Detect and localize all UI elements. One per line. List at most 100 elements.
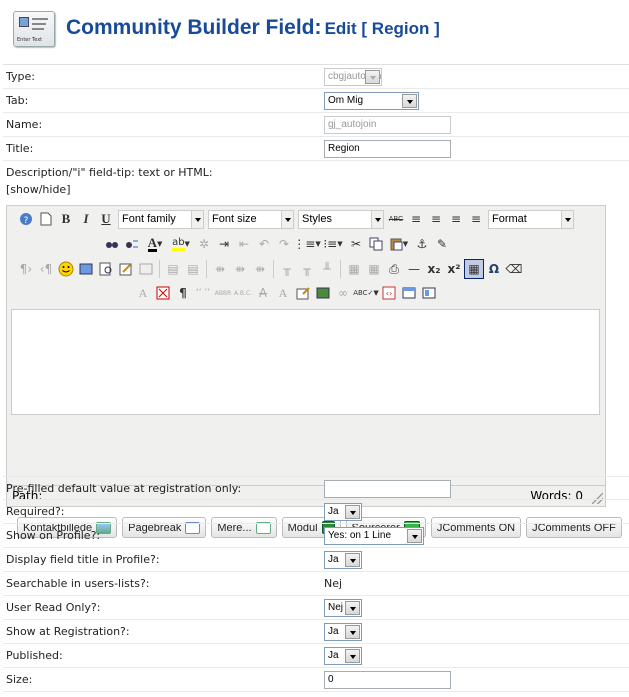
table-merge-icon[interactable]: ⇻ — [230, 259, 250, 279]
anchor-icon[interactable]: ⚓ — [412, 234, 432, 254]
image-insert-icon[interactable] — [313, 283, 333, 303]
title-input[interactable]: Region — [324, 140, 451, 158]
styles-select[interactable]: Styles — [298, 209, 384, 229]
align-left-icon[interactable]: ≡ — [406, 209, 426, 229]
fullscreen-icon[interactable] — [399, 283, 419, 303]
media-icon[interactable] — [76, 259, 96, 279]
redo-icon[interactable]: ↷ — [274, 234, 294, 254]
styles-icon[interactable]: A — [133, 283, 153, 303]
page-title: Community Builder Field: Edit [ Region ] — [66, 16, 440, 40]
table-cell-icon[interactable]: ╥ — [277, 259, 297, 279]
preview-icon[interactable] — [96, 259, 116, 279]
spellcheck-icon[interactable]: ABC✓ ▼ — [353, 283, 379, 303]
show-at-registration-select[interactable]: Ja — [324, 623, 362, 641]
tab-select[interactable]: Om Mig — [324, 92, 419, 110]
italic-icon[interactable]: I — [76, 209, 96, 229]
cut-icon[interactable]: ✂ — [346, 234, 366, 254]
editor-toolbar-row-2: A ▼ ab ▼ ✲ ⇥ ⇤ ↶ ↷ ⋮≡ ▼ ⁝≡ ▼ ✂ ▼ ⚓ ✎ — [7, 231, 605, 255]
table-delete-icon[interactable]: ╨ — [317, 259, 337, 279]
quote-icon[interactable]: ‘‘ ’’ — [193, 283, 213, 303]
bullet-list-icon[interactable]: ⁝≡ ▼ — [320, 234, 346, 254]
row-description: Description/"i" field-tip: text or HTML:… — [3, 161, 629, 201]
table-icon[interactable]: ▤ — [163, 259, 183, 279]
source-icon[interactable]: ‹› — [379, 283, 399, 303]
highlight-icon[interactable]: ab ▼ — [168, 234, 194, 254]
paste-icon[interactable]: ▼ — [386, 234, 412, 254]
page-title-sub: Edit [ Region ] — [324, 19, 440, 38]
size-input[interactable]: 0 — [324, 671, 451, 689]
svg-text:‹›: ‹› — [386, 289, 392, 298]
tab-select-value: Om Mig — [328, 95, 363, 106]
print-icon[interactable]: ⎙ — [384, 259, 404, 279]
chevron-down-icon — [365, 70, 380, 84]
remove-format-icon[interactable] — [153, 283, 173, 303]
rtl-icon[interactable]: ‹¶ — [36, 259, 56, 279]
visual-aid-icon[interactable]: ▦ — [464, 259, 484, 279]
description-toggle-link[interactable]: [show/hide] — [6, 183, 71, 196]
bold-icon[interactable]: B — [56, 209, 76, 229]
required-select[interactable]: Ja — [324, 503, 362, 521]
size-label: Size: — [6, 673, 33, 686]
clear-format-icon[interactable]: ✎ — [432, 234, 452, 254]
type-select[interactable]: cbgjautojoin — [324, 68, 382, 86]
acronym-icon[interactable]: A.B.C. — [233, 283, 253, 303]
type-label: Type: — [6, 70, 35, 83]
align-justify-icon[interactable]: ≡ — [466, 209, 486, 229]
text-field-icon: Enter Text — [13, 11, 55, 47]
font-size-select[interactable]: Font size — [208, 209, 294, 229]
new-document-icon[interactable] — [36, 209, 56, 229]
outdent-icon[interactable]: ⇤ — [234, 234, 254, 254]
table-cell-props-icon[interactable]: ╥ — [297, 259, 317, 279]
find-icon[interactable] — [102, 234, 122, 254]
help-icon[interactable]: ? — [16, 209, 36, 229]
table-props-icon[interactable]: ▦ — [344, 259, 364, 279]
row-show-on-profile: Show on Profile?: Yes: on 1 Line — [3, 524, 629, 548]
ltr-icon[interactable]: ¶› — [16, 259, 36, 279]
align-right-icon[interactable]: ≡ — [446, 209, 466, 229]
strikethrough-icon[interactable]: ABC — [386, 209, 406, 229]
horizontal-rule-icon[interactable]: — — [404, 259, 424, 279]
undo-icon[interactable]: ↶ — [254, 234, 274, 254]
abbr-icon[interactable]: ABBR — [213, 283, 233, 303]
special-char-icon[interactable]: Ω — [484, 259, 504, 279]
layer-icon[interactable] — [419, 283, 439, 303]
cleanup-icon[interactable]: ✲ — [194, 234, 214, 254]
emoticon-icon[interactable] — [56, 259, 76, 279]
indent-icon[interactable]: ⇥ — [214, 234, 234, 254]
table-col-icon[interactable]: ⇻ — [210, 259, 230, 279]
title-label: Title: — [6, 142, 34, 155]
published-select[interactable]: Ja — [324, 647, 362, 665]
editor-content-area[interactable] — [11, 309, 600, 415]
user-read-only-select[interactable]: Nej — [324, 599, 362, 617]
row-show-at-registration: Show at Registration?: Ja — [3, 620, 629, 644]
eraser-icon[interactable]: ⌫ — [504, 259, 524, 279]
replace-icon[interactable] — [122, 234, 142, 254]
table-split-icon[interactable]: ⇻ — [250, 259, 270, 279]
edit-icon[interactable] — [116, 259, 136, 279]
table-row-icon[interactable]: ▤ — [183, 259, 203, 279]
image-icon[interactable] — [136, 259, 156, 279]
deleted-icon[interactable]: A — [253, 283, 273, 303]
format-select[interactable]: Format — [488, 209, 574, 229]
show-on-profile-select[interactable]: Yes: on 1 Line — [324, 527, 424, 545]
underline-icon[interactable]: U — [96, 209, 116, 229]
link-icon[interactable]: ∞ — [333, 283, 353, 303]
editor-toolbar-row-4: A ¶ ‘‘ ’’ ABBR A.B.C. A A ∞ ABC✓ ▼ ‹› — [7, 280, 605, 304]
copy-icon[interactable] — [366, 234, 386, 254]
display-title-select[interactable]: Ja — [324, 551, 362, 569]
attributes-icon[interactable] — [293, 283, 313, 303]
inserted-icon[interactable]: A — [273, 283, 293, 303]
text-color-icon[interactable]: A ▼ — [142, 234, 168, 254]
page-header: Enter Text Community Builder Field: Edit… — [0, 0, 629, 60]
align-center-icon[interactable]: ≡ — [426, 209, 446, 229]
name-input[interactable]: gj_autojoin — [324, 116, 451, 134]
subscript-icon[interactable]: x₂ — [424, 259, 444, 279]
font-family-select[interactable]: Font family — [118, 209, 204, 229]
numbered-list-icon[interactable]: ⋮≡ ▼ — [293, 234, 320, 254]
superscript-icon[interactable]: x² — [444, 259, 464, 279]
paragraph-icon[interactable]: ¶ — [173, 283, 193, 303]
table-grid-icon[interactable]: ▦ — [364, 259, 384, 279]
field-form: Type: cbgjautojoin Tab: Om Mig Name: gj_… — [3, 64, 629, 692]
chevron-down-icon — [345, 649, 360, 663]
prefilled-input[interactable] — [324, 480, 451, 498]
